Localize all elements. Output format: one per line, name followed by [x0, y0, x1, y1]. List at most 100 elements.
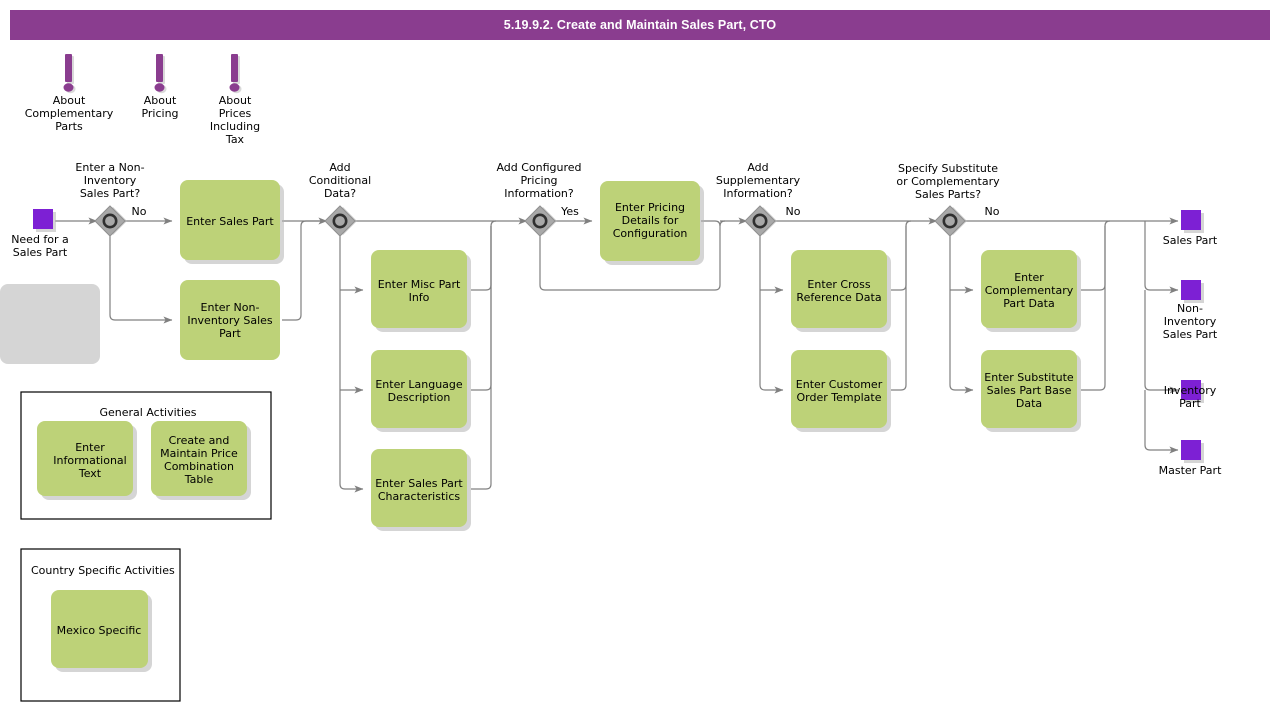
- task-label-line2: Complementary: [985, 284, 1074, 297]
- task-enter-substitute-sales-part-base-data[interactable]: Enter Substitute Sales Part Base Data: [981, 350, 1081, 432]
- start-need-for-sales-part[interactable]: Need for a Sales Part: [11, 209, 69, 259]
- note-label-line3: Parts: [55, 120, 83, 133]
- gateway-label-line3: Sales Parts?: [915, 188, 981, 201]
- connector-language-merge: [471, 226, 492, 391]
- end-event-icon: [1181, 440, 1201, 460]
- group-country-specific-activities: Country Specific Activities Mexico Speci…: [20, 548, 181, 702]
- task-label: Enter Substitute: [984, 371, 1074, 384]
- gw-conditional-data[interactable]: Add Conditional Data?: [309, 161, 371, 237]
- connector-cot-merge: [891, 226, 907, 391]
- note-label-line3: Including: [210, 120, 260, 133]
- task-enter-language-description[interactable]: Enter Language Description: [371, 350, 471, 432]
- gateway-label-line3: Information?: [723, 187, 793, 200]
- task-enter-cross-reference-data[interactable]: Enter Cross Reference Data: [791, 250, 891, 332]
- information-icon: [65, 54, 72, 82]
- task-enter-misc-part-info[interactable]: Enter Misc Part Info: [371, 250, 471, 332]
- task-label-line3: Combination: [164, 460, 234, 473]
- task-label: Enter Pricing: [615, 201, 685, 214]
- gateway-label-line2: Inventory: [84, 174, 137, 187]
- connector-characteristics-merge: [471, 226, 492, 490]
- task-label: Enter: [1014, 271, 1044, 284]
- gateway-label-line2: Supplementary: [716, 174, 801, 187]
- note-prices-including-tax[interactable]: About Prices Including Tax: [210, 54, 260, 146]
- task-label: Enter Sales Part: [186, 215, 274, 228]
- end-event-label-line2: Part: [1179, 397, 1201, 410]
- connector-substitute-merge: [1081, 226, 1106, 391]
- note-complementary-parts[interactable]: About Complementary Parts: [25, 54, 114, 133]
- end-event-label-line2: Inventory: [1164, 315, 1217, 328]
- task-label: Enter Sales Part: [375, 477, 463, 490]
- gateway-label: Enter a Non-: [75, 161, 144, 174]
- task-label-line3: Configuration: [613, 227, 688, 240]
- gateway-label-line2: Conditional: [309, 174, 371, 187]
- task-label-line2: Description: [388, 391, 451, 404]
- gw-configured-pricing[interactable]: Add Configured Pricing Information? Yes: [496, 161, 582, 237]
- connector-enisp-merge: [282, 220, 327, 321]
- start-event-label-line2: Sales Part: [13, 246, 68, 259]
- task-label: Enter Cross: [807, 278, 870, 291]
- end-non-inventory-sales-part[interactable]: Non- Inventory Sales Part: [1163, 280, 1218, 341]
- flowchart-canvas: About Complementary Parts About Pricing …: [0, 54, 1222, 702]
- end-event-icon: [1181, 280, 1201, 300]
- end-master-part[interactable]: Master Part: [1159, 440, 1222, 477]
- group-title: General Activities: [99, 406, 196, 419]
- end-event-label: Non-: [1177, 302, 1203, 315]
- task-create-and-maintain-price-combination-table[interactable]: Create and Maintain Price Combination Ta…: [151, 421, 251, 500]
- gateway-label-line3: Sales Part?: [80, 187, 140, 200]
- task-label: Enter Language: [375, 378, 463, 391]
- gw-supplementary-information[interactable]: Add Supplementary Information? No: [716, 161, 801, 237]
- task-label-line2: Informational: [53, 454, 126, 467]
- task-label-line3: Text: [78, 467, 102, 480]
- task-label-line3: Data: [1016, 397, 1042, 410]
- note-label: About: [144, 94, 177, 107]
- gateway-label-line2: or Complementary: [896, 175, 1000, 188]
- connector-to-end-non-inventory: [1144, 221, 1179, 294]
- task-enter-non-inventory-sales-part[interactable]: Enter Non- Inventory Sales Part: [0, 280, 280, 364]
- connector-to-end-master-part: [1144, 390, 1179, 454]
- task-label-line2: Sales Part Base: [987, 384, 1072, 397]
- gateway-label: Add: [329, 161, 350, 174]
- gateway-label: Add Configured: [496, 161, 581, 174]
- task-enter-complementary-part-data[interactable]: Enter Complementary Part Data: [981, 250, 1081, 332]
- task-label-line2: Reference Data: [796, 291, 881, 304]
- end-event-icon: [1181, 210, 1201, 230]
- connector-crossref-merge: [891, 220, 912, 291]
- task-mexico-specific[interactable]: Mexico Specific: [51, 590, 152, 672]
- task-label: Enter Misc Part: [378, 278, 461, 291]
- note-label-line4: Tax: [225, 133, 245, 146]
- gateway-branch-label: No: [786, 205, 801, 218]
- information-icon: [231, 54, 238, 82]
- gateway-branch-label: Yes: [560, 205, 579, 218]
- task-label: Mexico Specific: [57, 624, 142, 637]
- note-label-line2: Prices: [219, 107, 252, 120]
- connector-gw4-trunk: [759, 236, 784, 394]
- note-label-line2: Complementary: [25, 107, 114, 120]
- task-enter-pricing-details-for-configuration[interactable]: Enter Pricing Details for Configuration: [600, 181, 704, 265]
- note-label-line2: Pricing: [141, 107, 178, 120]
- task-label: Create and: [169, 434, 230, 447]
- gateway-label-line3: Information?: [504, 187, 574, 200]
- start-event-label: Need for a: [11, 233, 69, 246]
- task-label: Enter: [75, 441, 105, 454]
- start-event-icon: [33, 209, 53, 229]
- end-sales-part[interactable]: Sales Part: [1163, 210, 1218, 247]
- gateway-label: Specify Substitute: [898, 162, 998, 175]
- task-label-line3: Part: [219, 327, 241, 340]
- task-label: Enter Customer: [796, 378, 883, 391]
- note-pricing[interactable]: About Pricing: [141, 54, 179, 120]
- task-label-line2: Characteristics: [378, 490, 461, 503]
- gateway-branch-label: No: [985, 205, 1000, 218]
- task-enter-informational-text[interactable]: Enter Informational Text: [37, 421, 137, 500]
- task-label-line2: Info: [409, 291, 430, 304]
- task-enter-sales-part-characteristics[interactable]: Enter Sales Part Characteristics: [371, 449, 471, 531]
- end-inventory-part[interactable]: Inventory Part: [1164, 380, 1217, 410]
- gw-non-inventory-sales-part[interactable]: Enter a Non- Inventory Sales Part? No: [75, 161, 147, 237]
- task-label: Enter Non-: [201, 301, 260, 314]
- task-enter-sales-part[interactable]: Enter Sales Part: [180, 180, 284, 264]
- task-label-line2: Inventory Sales: [187, 314, 273, 327]
- task-enter-customer-order-template[interactable]: Enter Customer Order Template: [791, 350, 891, 432]
- connector-gw5-trunk: [949, 236, 974, 394]
- group-general-activities: General Activities Enter Informational T…: [20, 391, 272, 520]
- end-event-label: Inventory: [1164, 384, 1217, 397]
- gw-substitute-complementary[interactable]: Specify Substitute or Complementary Sale…: [896, 162, 1000, 237]
